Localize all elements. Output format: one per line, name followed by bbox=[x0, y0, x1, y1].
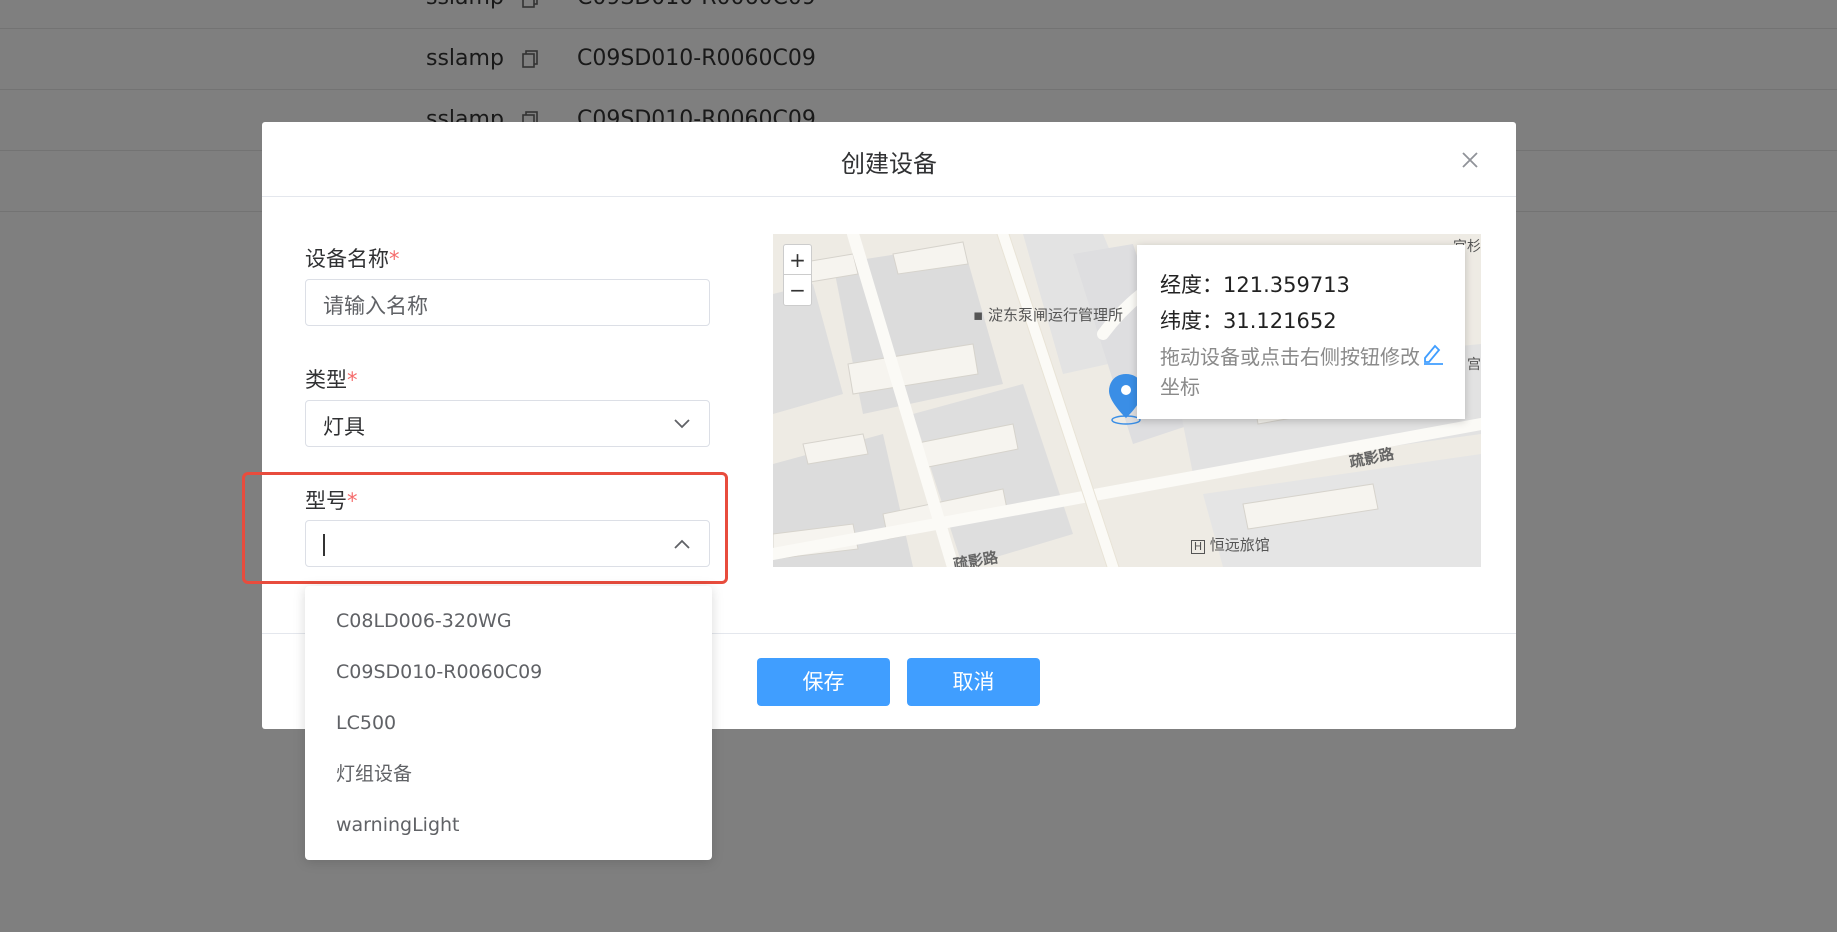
dropdown-option[interactable]: C08LD006-320WG bbox=[305, 596, 712, 647]
edit-icon[interactable] bbox=[1421, 341, 1445, 365]
device-name-input[interactable]: 请输入名称 bbox=[305, 279, 710, 326]
map-poi-label-text: 淀东泵闸运行管理所 bbox=[987, 306, 1123, 324]
chevron-down-icon bbox=[674, 419, 690, 429]
map-edge-label: 宫杉 bbox=[1467, 357, 1481, 373]
dialog-title: 创建设备 bbox=[841, 150, 937, 178]
type-label-text: 类型 bbox=[305, 368, 347, 392]
device-name-label: 设备名称* bbox=[305, 243, 400, 273]
required-mark: * bbox=[347, 368, 358, 392]
close-icon[interactable] bbox=[1460, 150, 1480, 170]
highlight-box bbox=[242, 472, 728, 584]
device-name-placeholder: 请输入名称 bbox=[323, 294, 428, 318]
cancel-button[interactable]: 取消 bbox=[907, 658, 1040, 706]
dropdown-option[interactable]: LC500 bbox=[305, 698, 712, 749]
dropdown-option[interactable]: 灯组设备 bbox=[305, 749, 712, 800]
device-name-label-text: 设备名称 bbox=[305, 247, 389, 271]
zoom-in-button[interactable]: + bbox=[784, 245, 811, 275]
map-zoom-control: + − bbox=[783, 244, 812, 306]
latitude-text: 纬度：31.121652 bbox=[1160, 309, 1337, 333]
type-select-value: 灯具 bbox=[323, 415, 365, 439]
type-select[interactable]: 灯具 bbox=[305, 400, 710, 447]
map-hotel-label: H 恒远旅馆 bbox=[1191, 534, 1270, 555]
map-poi-label: ▪ 淀东泵闸运行管理所 bbox=[973, 306, 1123, 324]
save-button[interactable]: 保存 bbox=[757, 658, 890, 706]
zoom-out-button[interactable]: − bbox=[784, 275, 811, 305]
location-map[interactable]: ▪ 淀东泵闸运行管理所 疏影路 疏影路 H 恒远旅馆 宫杉 宫杉 + − 经度：… bbox=[773, 234, 1481, 567]
type-label: 类型* bbox=[305, 364, 358, 394]
map-hotel-label-text: 恒远旅馆 bbox=[1209, 536, 1270, 554]
model-dropdown: C08LD006-320WG C09SD010-R0060C09 LC500 灯… bbox=[305, 586, 712, 860]
dropdown-option[interactable]: C09SD010-R0060C09 bbox=[305, 647, 712, 698]
coordinate-hint: 拖动设备或点击右侧按钮修改坐标 bbox=[1160, 345, 1420, 399]
required-mark: * bbox=[389, 247, 400, 271]
longitude-text: 经度：121.359713 bbox=[1160, 273, 1350, 297]
dropdown-option[interactable]: warningLight bbox=[305, 800, 712, 851]
dialog-header: 创建设备 bbox=[262, 122, 1516, 197]
coordinate-popup: 经度：121.359713 纬度：31.121652 拖动设备或点击右侧按钮修改… bbox=[1137, 245, 1465, 419]
hotel-icon: H bbox=[1191, 540, 1205, 554]
